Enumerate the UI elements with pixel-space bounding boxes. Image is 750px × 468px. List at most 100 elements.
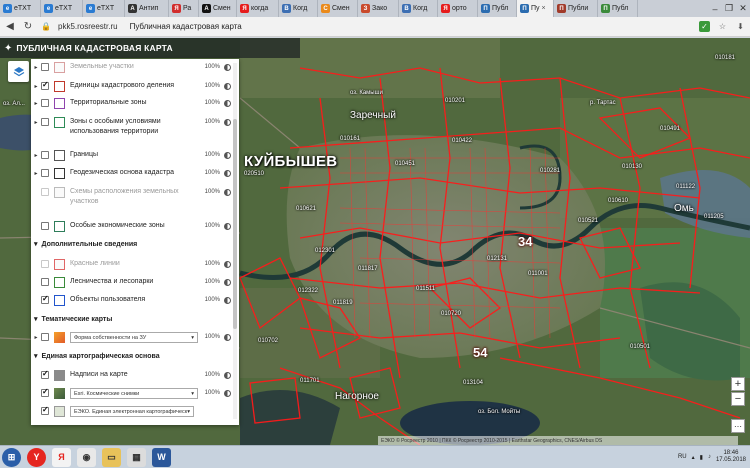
expand-arrow-icon[interactable]: ▸ — [31, 117, 41, 126]
opacity-icon[interactable] — [224, 189, 231, 196]
browser-tab[interactable]: В Когд — [399, 0, 438, 17]
extension-icon[interactable]: ✓ — [699, 21, 710, 32]
cadastral-number: 010621 — [296, 206, 317, 212]
opacity-icon[interactable] — [224, 223, 231, 230]
browser-tab[interactable]: A Антип — [125, 0, 169, 17]
browser-tab[interactable]: e eTXT — [83, 0, 125, 17]
eeko-checkbox[interactable] — [41, 405, 49, 415]
opacity-icon[interactable] — [224, 119, 231, 126]
close-icon[interactable]: ✕ — [736, 0, 750, 17]
word-icon[interactable]: W — [152, 447, 171, 467]
browser-tab[interactable]: П Публ — [598, 0, 638, 17]
back-icon[interactable]: ◀ — [4, 21, 16, 32]
start-icon[interactable]: ⊞ — [2, 447, 21, 467]
opacity-icon[interactable] — [224, 334, 231, 341]
download-icon[interactable]: ⬇ — [735, 21, 746, 32]
section-extra-header[interactable]: ▾ Дополнительные сведения — [34, 240, 137, 249]
browser-tab[interactable]: e eTXT — [41, 0, 83, 17]
tab-favicon-icon: Я — [172, 4, 181, 13]
expand-arrow-icon[interactable]: ▸ — [31, 81, 41, 90]
eeko-select[interactable]: ЕЭКО. Единая электронная картографическ ▾ — [70, 406, 194, 417]
esri-checkbox[interactable] — [41, 387, 49, 397]
network-icon[interactable]: ▮ — [700, 454, 703, 461]
browser-tab[interactable]: e eTXT — [0, 0, 41, 17]
layer-checkbox[interactable] — [41, 260, 49, 268]
opacity-icon[interactable] — [224, 64, 231, 71]
browser-tab[interactable]: Якогда — [237, 0, 279, 17]
layer-checkbox[interactable] — [41, 188, 49, 196]
opacity-value: 100% — [204, 279, 220, 285]
browser-tab[interactable]: П Публи — [554, 0, 598, 17]
panel-scrollbar[interactable] — [233, 63, 237, 419]
expand-arrow-icon[interactable]: ▸ — [31, 168, 41, 177]
thematic-checkbox[interactable] — [41, 333, 49, 341]
browser-tab[interactable]: П Пу × — [517, 0, 554, 17]
bookmark-star-icon[interactable]: ☆ — [717, 21, 728, 32]
opacity-icon[interactable] — [224, 261, 231, 268]
layer-checkbox[interactable] — [41, 80, 49, 90]
basemap-select[interactable]: Esri. Космические снимки ▾ — [70, 388, 198, 399]
tab-favicon-icon: П — [601, 4, 610, 13]
zoom-in-button[interactable]: + — [731, 377, 745, 391]
yandex-browser-icon[interactable]: Y — [27, 447, 46, 467]
opacity-icon[interactable] — [224, 372, 231, 379]
folder-icon[interactable]: ▭ — [102, 447, 121, 467]
layer-checkbox[interactable] — [41, 278, 49, 286]
minimize-icon[interactable]: – — [708, 0, 722, 17]
opacity-value: 100% — [204, 170, 220, 176]
cadastral-number: 011205 — [704, 214, 724, 220]
panel-scrollbar-thumb[interactable] — [233, 119, 237, 329]
layer-checkbox[interactable] — [41, 63, 49, 71]
tab-close-icon[interactable]: × — [542, 5, 546, 12]
browser-tab[interactable]: В Когд — [279, 0, 318, 17]
section-thematic-header[interactable]: ▾ Тематические карты — [34, 315, 112, 324]
collapse-arrow-icon: ▾ — [34, 241, 38, 248]
zoom-out-button[interactable]: − — [731, 392, 745, 406]
opacity-icon[interactable] — [224, 170, 231, 177]
tab-favicon-icon: П — [557, 4, 566, 13]
opacity-icon[interactable] — [224, 390, 231, 397]
expand-arrow-icon[interactable]: ▸ — [31, 98, 41, 107]
browser-tab[interactable]: З Зако — [358, 0, 399, 17]
app-icon[interactable]: ▦ — [127, 447, 146, 467]
layer-checkbox[interactable] — [41, 222, 49, 230]
tab-label: Антип — [139, 5, 159, 12]
opacity-icon[interactable] — [224, 152, 231, 159]
url-text[interactable]: pkk5.rosreestr.ru — [58, 22, 118, 31]
thematic-select[interactable]: Форма собственности на ЗУ ▾ — [70, 332, 198, 343]
layer-row: ▸ Территориальные зоны 100% — [31, 98, 231, 109]
layer-checkbox[interactable] — [41, 294, 49, 304]
browser-tab[interactable]: С Смен — [318, 0, 358, 17]
layers-toggle-button[interactable] — [8, 61, 29, 82]
layer-checkbox[interactable] — [41, 118, 49, 126]
reload-icon[interactable]: ↻ — [22, 21, 34, 32]
more-options-button[interactable]: ⋯ — [731, 419, 745, 433]
thematic-row: ▸ Форма собственности на ЗУ ▾ 100% — [31, 332, 231, 343]
opacity-icon[interactable] — [224, 100, 231, 107]
browser-tab[interactable]: Я Ра — [169, 0, 199, 17]
layer-checkbox[interactable] — [41, 99, 49, 107]
cadastral-number: 011701 — [300, 378, 320, 384]
browser-tab[interactable]: П Публ — [478, 0, 517, 17]
layer-checkbox[interactable] — [41, 169, 49, 177]
expand-arrow-icon[interactable]: ▸ — [31, 332, 41, 341]
cadastral-number: 011817 — [358, 266, 378, 272]
browser-tab[interactable]: Яорто — [438, 0, 478, 17]
opacity-icon[interactable] — [224, 297, 231, 304]
expand-arrow-icon[interactable]: ▸ — [31, 62, 41, 71]
clock[interactable]: 18:46 17.05.2018 — [716, 450, 746, 464]
maximize-icon[interactable]: ❐ — [722, 0, 736, 17]
volume-icon[interactable]: ♪ — [708, 454, 711, 460]
section-base-header[interactable]: ▾ Единая картографическая основа — [34, 352, 160, 361]
labels-checkbox[interactable] — [41, 369, 49, 379]
disk-icon[interactable]: ◉ — [77, 447, 96, 467]
language-indicator[interactable]: RU — [678, 454, 687, 460]
opacity-icon[interactable] — [224, 83, 231, 90]
layer-checkbox[interactable] — [41, 151, 49, 159]
tab-label: Когд — [293, 5, 308, 12]
expand-arrow-icon[interactable]: ▸ — [31, 150, 41, 159]
opacity-icon[interactable] — [224, 279, 231, 286]
browser-tab[interactable]: A Смен — [199, 0, 237, 17]
tray-arrow-icon[interactable]: ▴ — [692, 454, 695, 461]
yandex-icon[interactable]: Я — [52, 447, 71, 467]
